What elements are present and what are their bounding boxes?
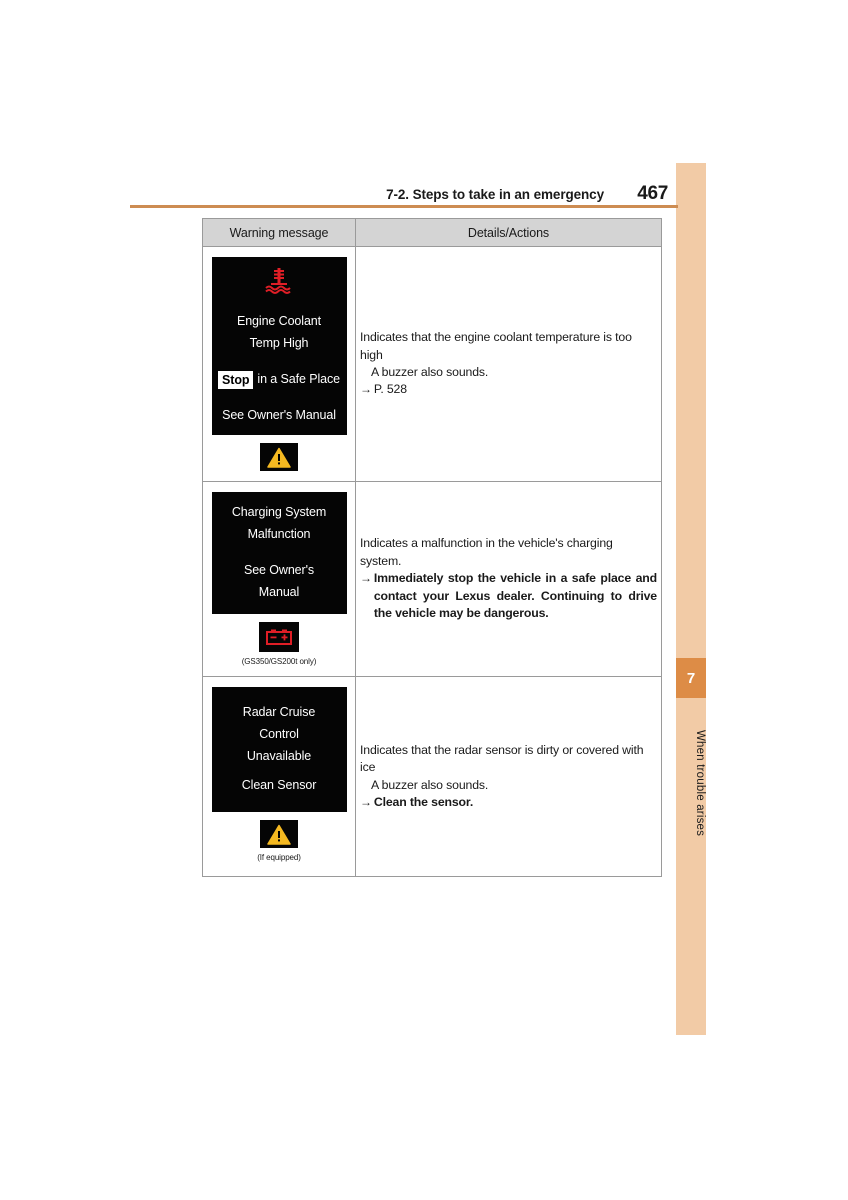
details-text: Indicates that the radar sensor is dirty… <box>360 742 657 812</box>
details-actions-cell: Indicates a malfunction in the vehicle's… <box>356 482 661 676</box>
chapter-side-strip <box>676 163 706 1035</box>
multi-info-display-panel: Charging System Malfunction See Owner's … <box>211 492 347 614</box>
panel-text-line: See Owner's <box>243 563 315 577</box>
details-line: A buzzer also sounds. <box>371 777 489 792</box>
warning-message-table: Warning message Details/Actions Engine C… <box>202 218 662 877</box>
details-text: Indicates a malfunction in the vehicle's… <box>360 535 657 622</box>
details-text: Indicates that the engine coolant temper… <box>360 329 657 399</box>
panel-stop-line: Stop in a Safe Place <box>218 369 340 391</box>
page-reference[interactable]: P. 528 <box>374 381 407 398</box>
warning-message-cell: Charging System Malfunction See Owner's … <box>203 482 356 676</box>
page-number: 467 <box>637 183 668 204</box>
arrow-icon: → <box>360 794 372 809</box>
column-header-details-actions: Details/Actions <box>356 219 661 246</box>
multi-info-display-panel: Radar Cruise Control Unavailable Clean S… <box>211 687 347 812</box>
stop-rest-text: in a Safe Place <box>257 372 340 386</box>
details-action-text: Clean the sensor. <box>373 794 474 809</box>
details-line: Indicates that the engine coolant temper… <box>360 330 632 362</box>
details-action-line: → Clean the sensor. <box>360 794 657 811</box>
warning-message-cell: Engine Coolant Temp High Stop in a Safe … <box>203 247 356 481</box>
multi-info-display-panel: Engine Coolant Temp High Stop in a Safe … <box>211 257 347 435</box>
panel-text-line: Control <box>259 726 299 741</box>
arrow-icon: → <box>360 571 372 586</box>
details-action-line: → Immediately stop the vehicle in a safe… <box>360 570 657 622</box>
master-warning-triangle-icon <box>260 820 298 848</box>
table-row: Radar Cruise Control Unavailable Clean S… <box>203 676 661 876</box>
panel-text-line: Clean Sensor <box>241 778 317 793</box>
column-header-warning-message: Warning message <box>203 219 356 246</box>
indicator-caption: (GS350/GS200t only) <box>241 657 317 666</box>
panel-text-line: Radar Cruise <box>242 704 316 719</box>
details-action-text: Immediately stop the vehicle in a safe p… <box>373 571 657 621</box>
panel-text-line: Temp High <box>249 336 309 351</box>
details-line: A buzzer also sounds. <box>371 365 489 379</box>
details-actions-cell: Indicates that the engine coolant temper… <box>356 247 661 481</box>
chapter-number-marker: 7 <box>676 658 706 698</box>
panel-text-line: Unavailable <box>246 748 312 763</box>
multi-info-display-wrap: Charging System Malfunction See Owner's … <box>203 482 355 666</box>
table-header-row: Warning message Details/Actions <box>203 219 661 246</box>
master-warning-triangle-icon <box>260 443 298 471</box>
table-row: Engine Coolant Temp High Stop in a Safe … <box>203 246 661 481</box>
battery-warning-icon <box>259 622 299 652</box>
details-actions-cell: Indicates that the radar sensor is dirty… <box>356 677 661 876</box>
warning-message-cell: Radar Cruise Control Unavailable Clean S… <box>203 677 356 876</box>
multi-info-display-wrap: Engine Coolant Temp High Stop in a Safe … <box>203 247 355 471</box>
panel-text-line: Manual <box>258 584 300 599</box>
chapter-title-vertical: When trouble arises <box>694 729 706 837</box>
panel-footer-line: See Owner's Manual <box>222 407 336 422</box>
chapter-number: 7 <box>686 669 696 687</box>
multi-info-display-wrap: Radar Cruise Control Unavailable Clean S… <box>203 677 355 862</box>
details-line: Indicates that the radar sensor is dirty… <box>360 742 644 775</box>
arrow-icon: → <box>360 382 372 397</box>
details-line: Indicates a malfunction in the vehicle's… <box>360 536 613 568</box>
details-reference-line: → P. 528 <box>360 381 657 398</box>
indicator-caption: (If equipped) <box>257 853 301 862</box>
panel-text-line: Charging System <box>231 505 327 520</box>
running-header: 7-2. Steps to take in an emergency 467 <box>130 178 676 204</box>
panel-text-line: Engine Coolant <box>236 314 322 329</box>
section-title: 7-2. Steps to take in an emergency <box>386 187 604 202</box>
stop-highlight-chip: Stop <box>218 370 254 390</box>
panel-text-line: Malfunction <box>247 527 311 542</box>
coolant-temperature-icon <box>262 265 296 295</box>
header-divider-rule <box>130 205 678 208</box>
table-row: Charging System Malfunction See Owner's … <box>203 481 661 676</box>
